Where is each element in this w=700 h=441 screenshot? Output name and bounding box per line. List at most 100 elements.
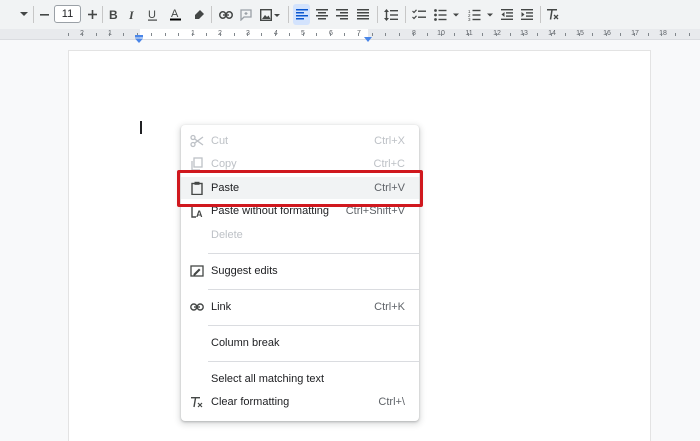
menu-divider bbox=[208, 325, 419, 326]
font-size-input[interactable]: 11 bbox=[54, 5, 81, 23]
align-left-icon[interactable] bbox=[293, 4, 310, 25]
numbered-list-icon[interactable]: 123 bbox=[467, 4, 495, 25]
increase-indent-icon[interactable] bbox=[520, 4, 534, 25]
ruler-number: 16 bbox=[603, 30, 611, 37]
ruler-tick bbox=[178, 33, 179, 36]
menu-item-shortcut: Ctrl+\ bbox=[378, 396, 405, 408]
ruler-tick bbox=[109, 33, 110, 36]
menu-item-clear-formatting[interactable]: Clear formatting Ctrl+\ bbox=[181, 391, 419, 413]
menu-item-paste-without-formatting[interactable]: A Paste without formatting Ctrl+Shift+V bbox=[181, 200, 419, 222]
ruler-number: 11 bbox=[465, 30, 473, 37]
ruler-tick bbox=[234, 33, 235, 36]
toolbar-divider bbox=[33, 6, 34, 23]
menu-item-label: Clear formatting bbox=[211, 396, 290, 408]
ruler-number: 13 bbox=[520, 30, 528, 37]
ruler-number: 17 bbox=[631, 30, 639, 37]
menu-divider bbox=[208, 289, 419, 290]
copy-icon bbox=[190, 157, 204, 171]
menu-item-label: Select all matching text bbox=[211, 373, 325, 385]
context-menu: Cut Ctrl+X Copy Ctrl+C Paste Ctrl+V A Pa… bbox=[181, 125, 419, 421]
ruler-tick bbox=[454, 33, 455, 36]
align-right-icon[interactable] bbox=[335, 4, 349, 25]
ruler-tick bbox=[330, 33, 331, 36]
menu-item-link[interactable]: Link Ctrl+K bbox=[181, 296, 419, 318]
ruler-tick bbox=[661, 33, 662, 36]
justify-icon[interactable] bbox=[356, 4, 370, 25]
ruler-tick bbox=[482, 33, 483, 36]
toolbar-divider bbox=[288, 6, 289, 23]
ruler-tick bbox=[372, 33, 373, 36]
ruler-tick bbox=[96, 33, 97, 36]
clear-formatting-icon[interactable] bbox=[546, 4, 560, 25]
menu-item-shortcut: Ctrl+V bbox=[374, 182, 405, 194]
menu-item-label: Suggest edits bbox=[211, 265, 278, 277]
plus-icon[interactable] bbox=[86, 4, 98, 25]
bold-icon[interactable]: B bbox=[108, 4, 120, 25]
scissors-icon bbox=[190, 134, 204, 148]
menu-item-paste[interactable]: Paste Ctrl+V bbox=[181, 177, 419, 199]
menu-divider bbox=[208, 361, 419, 362]
text-color-icon[interactable]: A bbox=[169, 4, 182, 25]
paste-plain-icon: A bbox=[190, 204, 204, 219]
left-indent-marker-icon[interactable] bbox=[135, 30, 143, 43]
checklist-icon[interactable] bbox=[411, 4, 427, 25]
svg-text:3: 3 bbox=[468, 17, 471, 21]
ruler-tick bbox=[551, 33, 552, 36]
ruler-tick bbox=[303, 33, 304, 36]
svg-text:A: A bbox=[171, 8, 179, 20]
ruler-tick bbox=[123, 33, 124, 36]
menu-item-delete[interactable]: Delete bbox=[181, 224, 419, 246]
clipboard-icon bbox=[190, 181, 204, 196]
menu-item-copy[interactable]: Copy Ctrl+C bbox=[181, 153, 419, 175]
link-icon[interactable] bbox=[218, 4, 233, 25]
ruler-tick bbox=[592, 33, 593, 36]
image-icon[interactable] bbox=[259, 4, 281, 25]
ruler-tick bbox=[620, 33, 621, 36]
highlighter-icon[interactable] bbox=[192, 4, 205, 25]
ruler-tick bbox=[441, 33, 442, 36]
ruler-tick bbox=[427, 33, 428, 36]
menu-item-column-break[interactable]: Column break bbox=[181, 332, 419, 354]
svg-text:I: I bbox=[128, 9, 135, 20]
bulleted-list-icon[interactable] bbox=[433, 4, 461, 25]
line-spacing-icon[interactable] bbox=[383, 4, 399, 25]
decrease-indent-icon[interactable] bbox=[500, 4, 514, 25]
ruler-tick bbox=[151, 33, 152, 36]
ruler-tick bbox=[510, 33, 511, 36]
ruler-tick bbox=[565, 33, 566, 36]
align-center-icon[interactable] bbox=[315, 4, 329, 25]
ruler-tick bbox=[413, 33, 414, 36]
right-indent-marker-icon[interactable] bbox=[364, 30, 372, 42]
ruler-tick bbox=[689, 33, 690, 36]
ruler-tick bbox=[399, 33, 400, 36]
toolbar-divider bbox=[405, 6, 406, 23]
horizontal-ruler[interactable]: 2112345678101112131415161718 bbox=[0, 29, 700, 43]
ruler-tick bbox=[82, 33, 83, 36]
ruler-tick bbox=[675, 33, 676, 36]
menu-item-label: Paste bbox=[211, 182, 240, 194]
ruler-tick bbox=[648, 33, 649, 36]
ruler-tick bbox=[537, 33, 538, 36]
ruler-text-area bbox=[140, 29, 368, 39]
comment-icon[interactable] bbox=[239, 4, 253, 25]
italic-icon[interactable]: I bbox=[127, 4, 139, 25]
menu-item-shortcut: Ctrl+X bbox=[374, 135, 405, 147]
ruler-tick bbox=[206, 33, 207, 36]
menu-item-suggest-edits[interactable]: Suggest edits bbox=[181, 260, 419, 282]
ruler-number: 14 bbox=[548, 30, 556, 37]
menu-item-label: Cut bbox=[211, 135, 229, 147]
menu-item-select-all-matching-text[interactable]: Select all matching text bbox=[181, 368, 419, 390]
ruler-tick bbox=[289, 33, 290, 36]
ruler-tick bbox=[385, 33, 386, 36]
menu-item-shortcut: Ctrl+Shift+V bbox=[345, 205, 405, 217]
style-dropdown-chevron-icon[interactable] bbox=[19, 4, 29, 25]
ruler-tick bbox=[606, 33, 607, 36]
ruler-tick bbox=[275, 33, 276, 36]
ruler-number: 15 bbox=[576, 30, 584, 37]
underline-icon[interactable]: U bbox=[147, 4, 159, 25]
menu-item-cut[interactable]: Cut Ctrl+X bbox=[181, 130, 419, 152]
link-icon bbox=[190, 300, 204, 314]
ruler-tick bbox=[358, 33, 359, 36]
minus-icon[interactable] bbox=[38, 4, 50, 25]
svg-text:B: B bbox=[109, 9, 118, 20]
